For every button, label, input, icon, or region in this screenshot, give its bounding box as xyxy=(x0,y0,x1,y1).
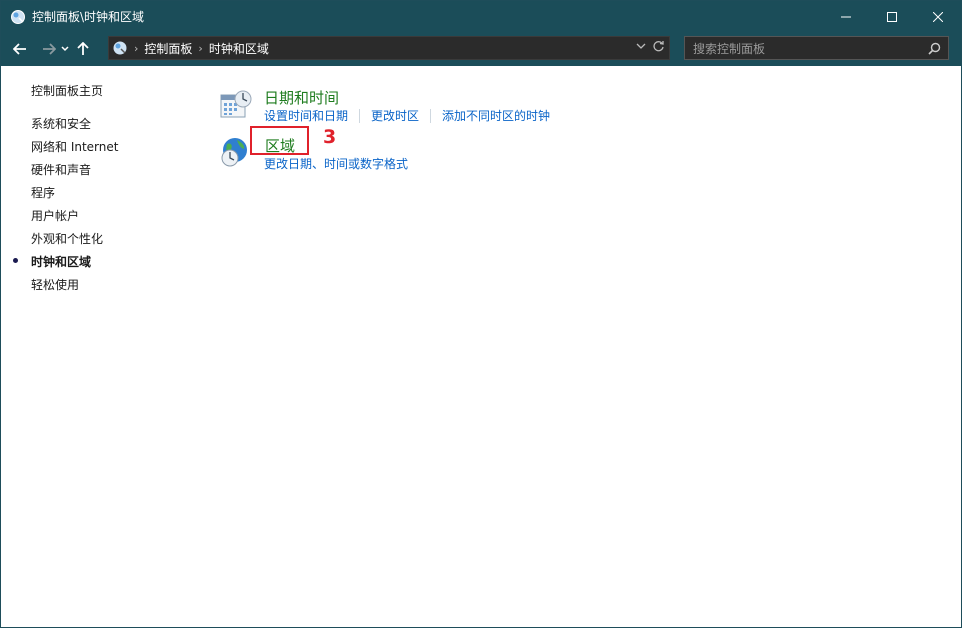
chevron-down-icon[interactable] xyxy=(636,43,646,50)
sidebar-item-hardware-sound[interactable]: 硬件和声音 xyxy=(31,161,91,178)
highlight-box xyxy=(250,126,309,155)
maximize-button[interactable] xyxy=(869,1,915,32)
sidebar-item-ease-of-access[interactable]: 轻松使用 xyxy=(31,276,79,293)
breadcrumb-clock-region[interactable]: 时钟和区域 xyxy=(209,40,269,57)
control-panel-window: 控制面板\时钟和区域 › 控制面板 › 时钟和区域 搜索控制面板 控制面板主页 … xyxy=(0,0,962,628)
close-button[interactable] xyxy=(915,1,961,32)
sidebar-item-home[interactable]: 控制面板主页 xyxy=(31,82,103,99)
title-bar: 控制面板\时钟和区域 xyxy=(1,1,961,32)
forward-button[interactable] xyxy=(39,36,59,62)
sidebar-item-programs[interactable]: 程序 xyxy=(31,184,55,201)
search-box[interactable]: 搜索控制面板 xyxy=(684,36,949,60)
window-title: 控制面板\时钟和区域 xyxy=(32,10,145,24)
arrow-up-icon xyxy=(77,42,89,55)
link-divider xyxy=(359,108,361,123)
window-controls xyxy=(823,1,961,32)
sidebar-item-user-accounts[interactable]: 用户帐户 xyxy=(31,207,79,224)
address-actions xyxy=(636,40,665,53)
maximize-icon xyxy=(887,11,897,22)
category-date-time[interactable]: 日期和时间 xyxy=(264,87,339,108)
control-panel-icon xyxy=(112,40,128,56)
chevron-right-icon: › xyxy=(134,41,139,55)
up-button[interactable] xyxy=(73,36,93,62)
sidebar-item-clock-region[interactable]: 时钟和区域 xyxy=(31,253,91,270)
sidebar-item-network-internet[interactable]: 网络和 Internet xyxy=(31,138,118,155)
date-time-links: 设置时间和日期 更改时区 添加不同时区的时钟 xyxy=(264,107,550,124)
recent-locations-button[interactable] xyxy=(59,36,71,62)
sidebar-item-appearance[interactable]: 外观和个性化 xyxy=(31,230,103,247)
breadcrumb-control-panel[interactable]: 控制面板 xyxy=(144,40,192,57)
refresh-icon[interactable] xyxy=(652,40,665,53)
sidebar-item-system-security[interactable]: 系统和安全 xyxy=(31,115,91,132)
step-number: 3 xyxy=(323,126,337,148)
arrow-right-icon xyxy=(43,43,56,55)
link-change-formats[interactable]: 更改日期、时间或数字格式 xyxy=(264,155,408,172)
link-add-clocks[interactable]: 添加不同时区的时钟 xyxy=(442,107,550,124)
navigation-bar: › 控制面板 › 时钟和区域 搜索控制面板 xyxy=(1,32,961,66)
search-input[interactable]: 搜索控制面板 xyxy=(693,40,765,57)
link-change-time-zone[interactable]: 更改时区 xyxy=(371,107,419,124)
arrow-left-icon xyxy=(13,43,26,55)
search-icon[interactable] xyxy=(928,42,941,55)
link-divider xyxy=(430,108,432,123)
region-links: 更改日期、时间或数字格式 xyxy=(264,155,408,172)
close-icon xyxy=(933,11,943,22)
link-set-time-date[interactable]: 设置时间和日期 xyxy=(264,107,348,124)
control-panel-icon xyxy=(10,9,26,25)
minimize-button[interactable] xyxy=(823,1,869,32)
chevron-right-icon: › xyxy=(198,41,203,55)
globe-clock-icon[interactable] xyxy=(219,136,253,173)
back-button[interactable] xyxy=(10,36,30,62)
active-indicator-dot xyxy=(13,258,18,263)
address-breadcrumb[interactable]: › 控制面板 › 时钟和区域 xyxy=(108,36,670,60)
calendar-clock-icon[interactable] xyxy=(220,89,252,124)
chevron-down-icon xyxy=(61,46,69,52)
minimize-icon xyxy=(841,16,851,17)
